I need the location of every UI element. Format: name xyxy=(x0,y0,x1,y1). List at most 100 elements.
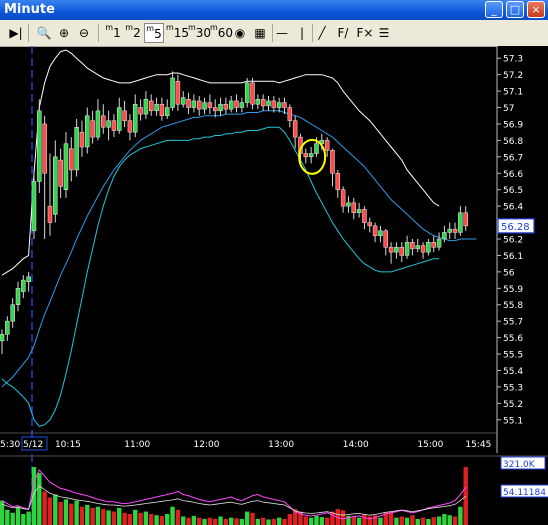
volume-bar xyxy=(111,511,117,525)
candle-body xyxy=(335,173,341,190)
globe-icon[interactable]: ◉ xyxy=(232,23,248,43)
chart-toolbar: ▶| 🔍 ⊕ ⊖ m1 m2 m5 m15 m30 m60 ◉ ▦ — | ╱ F/F× ☰ xyxy=(0,20,548,47)
time-axis-label: 10:15 xyxy=(55,440,81,450)
maximize-button[interactable]: □ xyxy=(506,1,524,18)
candle-body xyxy=(191,100,197,108)
volume-bar xyxy=(287,514,293,525)
volume-bar xyxy=(101,509,106,525)
candle-body xyxy=(74,126,79,171)
candle-body xyxy=(63,143,69,190)
candle-body xyxy=(410,242,415,250)
price-tick-label: 56.5 xyxy=(503,186,523,196)
volume-bar xyxy=(15,506,21,525)
volume-bar xyxy=(47,497,53,525)
price-tick-label: 55.9 xyxy=(503,285,523,295)
volume-bar xyxy=(223,518,229,525)
indicator-tool-icon[interactable]: F× xyxy=(356,23,374,43)
candle-body xyxy=(106,120,111,128)
candle-body xyxy=(420,245,426,253)
volume-bar xyxy=(186,517,191,525)
candle-body xyxy=(431,242,436,248)
candle-body xyxy=(367,222,373,227)
trendline-tool-icon[interactable]: ╱ xyxy=(314,23,330,43)
candle-body xyxy=(202,102,207,110)
volume-bar xyxy=(250,512,255,525)
candle-body xyxy=(138,107,143,115)
volume-bar xyxy=(143,511,149,525)
candle-body xyxy=(42,123,47,174)
price-tick-label: 56.8 xyxy=(503,137,523,147)
close-button[interactable]: × xyxy=(527,1,545,18)
candle-body xyxy=(447,228,452,233)
zoom-out-icon[interactable]: ⊖ xyxy=(76,23,92,43)
volume-bar xyxy=(452,516,458,525)
candle-body xyxy=(111,120,117,131)
volume-bar xyxy=(170,506,175,525)
candle-body xyxy=(362,209,367,223)
interval-1-button[interactable]: m1 xyxy=(104,23,122,43)
candlestick-chart[interactable]: 57.3 57.2 57.1 57 56.9 56.8 56.7 56.6 56.5 56.4 56… xyxy=(0,46,548,525)
candle-body xyxy=(69,148,74,171)
candle-body xyxy=(239,102,245,108)
volume-bar xyxy=(415,518,420,525)
volume-bar xyxy=(308,517,314,525)
candle-body xyxy=(127,120,133,133)
interval-label: 15 xyxy=(173,26,190,40)
candle-body xyxy=(356,209,362,213)
candle-body xyxy=(170,77,175,108)
candle-body xyxy=(79,131,85,148)
candle-body xyxy=(164,107,170,116)
volume-bar xyxy=(85,504,90,525)
window-title: Minute xyxy=(4,2,55,17)
candle-body xyxy=(26,276,31,282)
zoom-in-icon[interactable]: ⊕ xyxy=(56,23,72,43)
zoom-fit-icon[interactable]: 🔍 xyxy=(36,23,52,43)
candle-body xyxy=(31,181,37,232)
volume-bar xyxy=(399,516,404,525)
candle-body xyxy=(95,110,101,138)
interval-2-button[interactable]: m2 xyxy=(124,23,142,43)
price-tick-label: 57.3 xyxy=(503,55,523,65)
candle-body xyxy=(0,334,5,342)
volume-bar xyxy=(378,517,383,525)
interval-5-button[interactable]: m5 xyxy=(144,23,164,43)
volume-bar xyxy=(356,517,362,525)
candle-body xyxy=(282,102,287,108)
fib-tool-icon[interactable]: F/ xyxy=(334,23,352,43)
volume-bar xyxy=(314,515,319,525)
volume-bar xyxy=(276,517,282,525)
candle-body xyxy=(271,100,277,108)
interval-30-button[interactable]: m30 xyxy=(188,23,211,43)
calculator-icon[interactable]: ▦ xyxy=(252,23,268,43)
volume-bar xyxy=(426,518,431,525)
hline-tool-icon[interactable]: — xyxy=(274,23,290,43)
candle-body xyxy=(133,103,138,133)
candle-body xyxy=(442,232,447,240)
candle-body xyxy=(383,230,389,248)
play-end-icon[interactable]: ▶| xyxy=(8,23,24,43)
window-titlebar[interactable]: Minute _ □ × xyxy=(0,0,548,20)
candle-body xyxy=(452,228,458,233)
volume-bar xyxy=(234,518,239,525)
candle-body xyxy=(5,320,10,335)
minimize-button[interactable]: _ xyxy=(485,1,503,18)
interval-60-button[interactable]: m60 xyxy=(210,23,233,43)
candle-body xyxy=(15,288,21,305)
volume-bar xyxy=(63,499,69,525)
volume-bar xyxy=(175,509,181,525)
candle-body xyxy=(388,246,394,253)
candle-body xyxy=(143,99,149,115)
price-tick-label: 55.3 xyxy=(503,383,523,393)
interval-unit: m xyxy=(146,24,155,33)
interval-15-button[interactable]: m15 xyxy=(166,23,190,43)
time-axis-label: 15:00 xyxy=(417,440,443,450)
time-axis-label: 13:00 xyxy=(268,440,294,450)
volume-bar xyxy=(127,514,133,525)
time-axis-label: 14:00 xyxy=(343,440,369,450)
vline-tool-icon[interactable]: | xyxy=(294,23,310,43)
volume-bar xyxy=(436,516,442,525)
volume-bar xyxy=(165,514,170,525)
list-tool-icon[interactable]: ☰ xyxy=(376,23,392,43)
candle-body xyxy=(287,107,293,121)
toolbar-separator xyxy=(312,24,313,42)
